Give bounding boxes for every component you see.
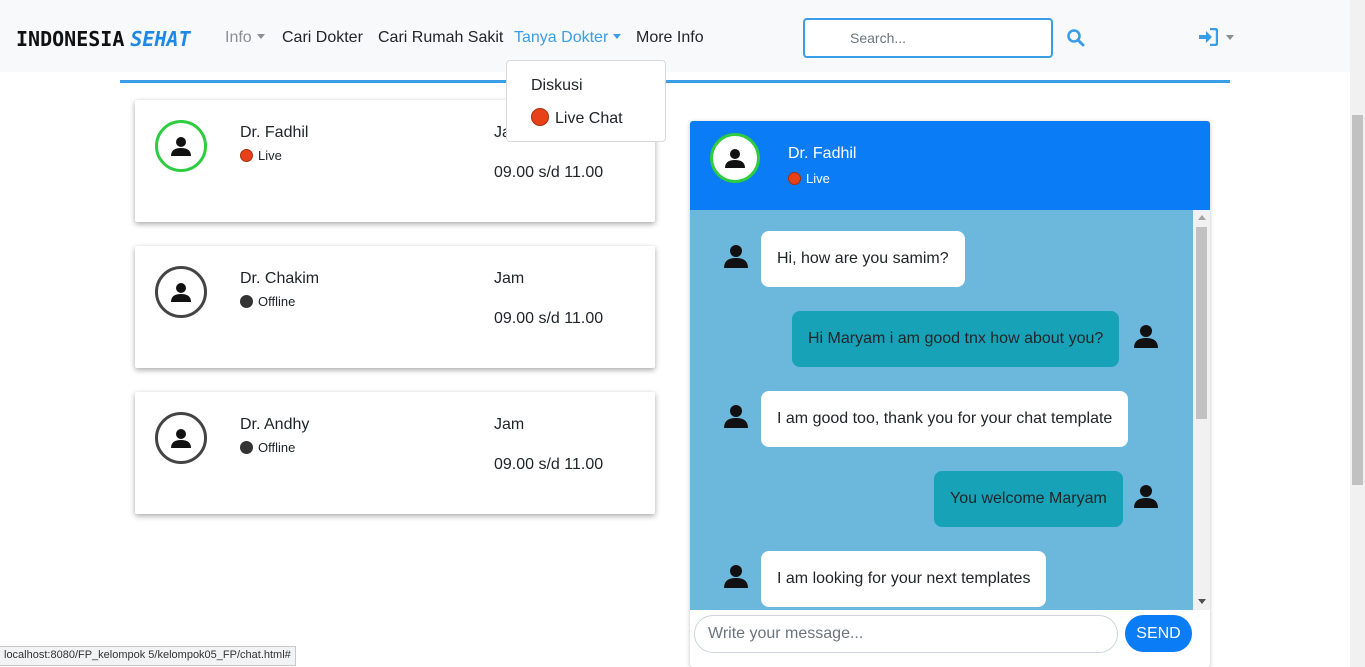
doctor-name: Dr. Andhy xyxy=(240,416,310,433)
status-badge: Live xyxy=(240,148,282,163)
user-icon xyxy=(171,283,191,302)
status-label: Offline xyxy=(258,440,296,455)
chat-header: Dr. Fadhil Live xyxy=(690,121,1210,210)
status-badge: Live xyxy=(788,171,830,186)
chat-message-incoming: I am good too, thank you for your chat t… xyxy=(761,391,1129,447)
chat-footer: SEND xyxy=(690,610,1210,667)
scroll-down-arrow-icon[interactable] xyxy=(1198,599,1206,604)
search-button[interactable] xyxy=(1066,28,1090,52)
avatar xyxy=(710,133,760,183)
status-label: Live xyxy=(258,148,282,163)
live-dot-icon xyxy=(788,172,801,185)
login-dropdown-button[interactable] xyxy=(1198,27,1238,48)
caret-down-icon xyxy=(256,34,265,39)
send-button[interactable]: SEND xyxy=(1125,615,1192,652)
caret-down-icon xyxy=(1226,35,1234,40)
doctor-card-chakim[interactable]: Dr. Chakim Offline Jam 09.00 s/d 11.00 xyxy=(135,246,655,368)
user-icon xyxy=(171,137,191,156)
user-icon xyxy=(725,149,745,168)
doctor-hours: 09.00 s/d 11.00 xyxy=(494,310,604,327)
user-icon xyxy=(1134,325,1158,348)
dropdown-item-live-chat[interactable]: Live Chat xyxy=(531,108,623,128)
search-input[interactable] xyxy=(803,18,1053,58)
chat-panel: Dr. Fadhil Live Hi, how are you samim? H… xyxy=(690,121,1210,667)
offline-dot-icon xyxy=(240,441,253,454)
chat-message-incoming: I am looking for your next templates xyxy=(761,551,1047,607)
doctor-name: Dr. Fadhil xyxy=(240,124,309,141)
user-icon xyxy=(724,245,748,268)
dropdown-item-live-chat-label: Live Chat xyxy=(555,110,623,127)
tanya-dokter-dropdown-menu: Diskusi Live Chat xyxy=(506,60,666,142)
chat-messages[interactable]: Hi, how are you samim? Hi Maryam i am go… xyxy=(690,210,1193,610)
nav-cari-rumah-sakit[interactable]: Cari Rumah Sakit xyxy=(378,29,503,47)
avatar xyxy=(155,412,207,464)
scroll-up-arrow-icon[interactable] xyxy=(1198,215,1206,220)
search-icon xyxy=(1067,29,1085,47)
status-label: Live xyxy=(806,171,830,186)
nav-info-dropdown[interactable]: Info xyxy=(225,29,265,47)
header-divider xyxy=(120,80,1230,83)
chat-doctor-name: Dr. Fadhil xyxy=(788,145,857,162)
message-input[interactable] xyxy=(694,615,1118,653)
doctor-hours: 09.00 s/d 11.00 xyxy=(494,456,604,473)
user-icon xyxy=(724,405,748,428)
navbar: INDONESIA SEHAT Info Cari Dokter Cari Rum… xyxy=(0,0,1350,72)
chat-message-incoming: Hi, how are you samim? xyxy=(761,231,965,287)
user-icon xyxy=(724,565,748,588)
page: INDONESIA SEHAT Info Cari Dokter Cari Rum… xyxy=(0,0,1365,667)
chat-scrollbar[interactable] xyxy=(1193,210,1210,610)
jam-label: Jam xyxy=(494,270,525,287)
live-dot-icon xyxy=(240,149,253,162)
chat-message-outgoing: Hi Maryam i am good tnx how about you? xyxy=(792,311,1120,367)
nav-info-label: Info xyxy=(225,29,252,46)
nav-tanya-dokter-label: Tanya Dokter xyxy=(514,29,609,46)
doctor-card-andhy[interactable]: Dr. Andhy Offline Jam 09.00 s/d 11.00 xyxy=(135,392,655,514)
offline-dot-icon xyxy=(240,295,253,308)
brand-text-sehat: SEHAT xyxy=(130,27,191,51)
nav-tanya-dokter-dropdown[interactable]: Tanya Dokter xyxy=(514,29,622,47)
chat-message-outgoing: You welcome Maryam xyxy=(934,471,1123,527)
sign-in-icon xyxy=(1199,27,1219,47)
brand-logo[interactable]: INDONESIA SEHAT xyxy=(16,27,191,51)
live-dot-icon xyxy=(531,108,549,126)
status-bar-url: localhost:8080/FP_kelompok 5/kelompok05_… xyxy=(0,646,296,666)
page-scrollbar[interactable] xyxy=(1350,0,1365,667)
caret-down-icon xyxy=(613,34,622,39)
dropdown-item-diskusi[interactable]: Diskusi xyxy=(531,77,583,95)
nav-more-info[interactable]: More Info xyxy=(636,29,704,47)
status-label: Offline xyxy=(258,294,296,309)
status-badge: Offline xyxy=(240,440,295,455)
doctor-hours: 09.00 s/d 11.00 xyxy=(494,164,604,181)
brand-text-indonesia: INDONESIA xyxy=(16,27,125,51)
nav-cari-dokter[interactable]: Cari Dokter xyxy=(282,29,363,47)
avatar xyxy=(155,120,207,172)
scrollbar-thumb[interactable] xyxy=(1196,227,1207,419)
avatar xyxy=(155,266,207,318)
user-icon xyxy=(171,429,191,448)
user-icon xyxy=(1134,485,1158,508)
jam-label: Jam xyxy=(494,416,525,433)
page-scrollbar-thumb[interactable] xyxy=(1352,115,1363,485)
doctor-name: Dr. Chakim xyxy=(240,270,320,287)
status-badge: Offline xyxy=(240,294,295,309)
